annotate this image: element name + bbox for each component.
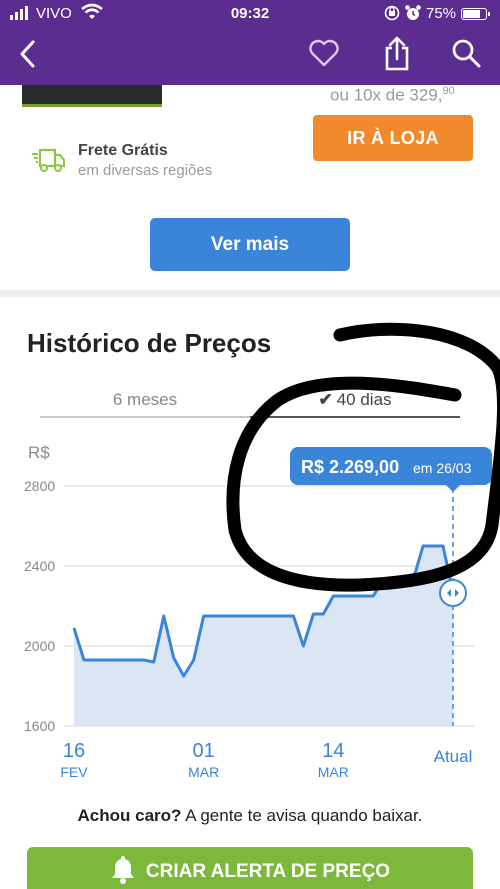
- x-tick-day: 16: [63, 740, 85, 762]
- y-tick-label: 2800: [24, 478, 55, 494]
- alert-message: Achou caro? A gente te avisa quando baix…: [77, 806, 423, 825]
- installments-text: ou 10x de 329,90: [330, 85, 455, 105]
- check-icon: ✔: [318, 390, 333, 409]
- price-area: [74, 546, 453, 726]
- alert-button-label: CRIAR ALERTA DE PREÇO: [145, 861, 391, 882]
- price-chart: 1600 2000 2400 2800 R$ 2.269,00 em 26/03 16 FEV…: [24, 447, 492, 780]
- tooltip-pointer: [446, 485, 460, 492]
- y-tick-label: 1600: [24, 718, 55, 734]
- y-tick-label: 2400: [24, 558, 55, 574]
- heart-icon[interactable]: [308, 38, 340, 73]
- section-divider: [0, 290, 500, 297]
- status-time: 09:32: [230, 5, 270, 22]
- slider-handle: [439, 579, 467, 607]
- rotation-lock-icon: [384, 4, 400, 26]
- product-image: [22, 85, 162, 107]
- tab-40-days[interactable]: ✔ 40 dias: [250, 390, 460, 410]
- tab-label: 40 dias: [336, 390, 392, 409]
- share-icon[interactable]: [383, 36, 411, 77]
- active-tab-indicator: [250, 416, 460, 418]
- price-history-title: Histórico de Preços: [27, 328, 272, 358]
- alarm-icon: [404, 4, 422, 26]
- free-shipping-title: Frete Grátis: [78, 142, 168, 159]
- truck-icon: [31, 146, 66, 179]
- x-tick-label: Atual: [434, 747, 473, 766]
- free-shipping-subtitle: em diversas regiões: [78, 162, 213, 179]
- back-icon[interactable]: [18, 38, 38, 75]
- x-tick-day: 01: [193, 740, 215, 762]
- see-more-button[interactable]: Ver mais: [150, 218, 350, 271]
- tab-6-months[interactable]: 6 meses: [40, 390, 250, 410]
- battery-percent: 75%: [426, 5, 457, 22]
- search-icon[interactable]: [451, 38, 481, 73]
- tooltip-price: R$ 2.269,00: [301, 457, 399, 477]
- bell-icon: [110, 854, 136, 889]
- x-tick-month: FEV: [60, 764, 88, 780]
- app-header: VIVO 09:32 75%: [0, 0, 500, 85]
- status-bar: VIVO 09:32 75%: [0, 0, 500, 28]
- x-tick-month: MAR: [188, 764, 219, 780]
- x-tick-month: MAR: [318, 764, 349, 780]
- y-tick-label: 2000: [24, 638, 55, 654]
- tooltip-date: em 26/03: [413, 460, 472, 476]
- go-to-store-button[interactable]: IR À LOJA: [313, 115, 473, 161]
- x-tick-day: 14: [322, 740, 344, 762]
- create-price-alert-button[interactable]: CRIAR ALERTA DE PREÇO: [27, 847, 473, 889]
- tab-label: 6 meses: [112, 390, 178, 409]
- battery-icon: [461, 8, 490, 20]
